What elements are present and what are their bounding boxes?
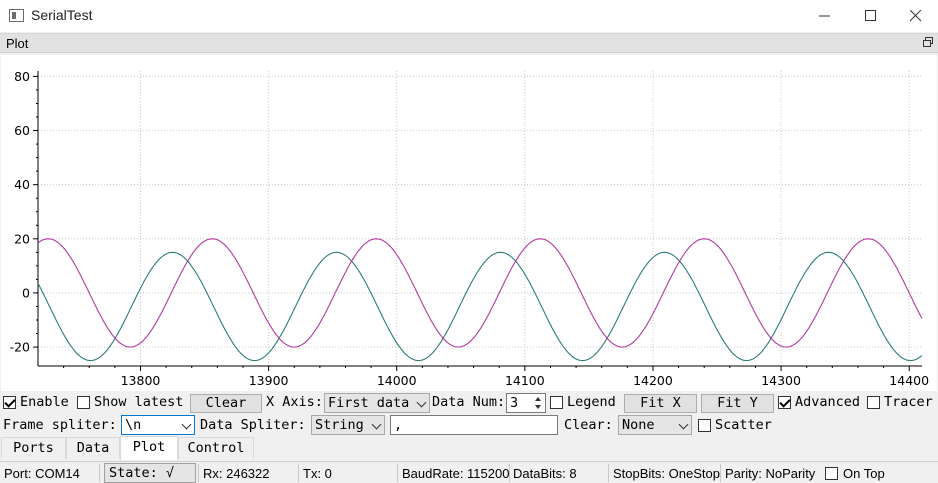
chevron-down-icon — [416, 397, 427, 408]
tab-ports[interactable]: Ports — [1, 437, 66, 459]
data-splitter-input[interactable]: , — [390, 415, 558, 435]
close-icon — [910, 10, 922, 22]
status-parity: Parity: NoParity — [725, 466, 816, 481]
data-num-label: Data Num: — [432, 394, 506, 410]
x-tick-label: 14000 — [377, 373, 417, 388]
clear-mode-value: None — [622, 417, 655, 433]
x-tick-label: 14100 — [505, 373, 545, 388]
dock-float-icon[interactable] — [923, 37, 933, 47]
status-separator — [608, 464, 609, 482]
title-bar: SerialTest — [0, 0, 938, 32]
fit-x-button[interactable]: Fit X — [624, 394, 697, 413]
plot-area[interactable]: 13800 13900 14000 14100 14200 14300 14400 -20 0 2… — [1, 55, 937, 391]
y-tick-label: 20 — [14, 231, 30, 246]
status-separator — [397, 464, 398, 482]
legend-checkbox[interactable] — [550, 396, 563, 409]
status-separator — [509, 464, 510, 482]
x-axis-label: X Axis: — [266, 394, 323, 410]
data-splitter-type-combo[interactable]: String — [311, 415, 385, 435]
scatter-label: Scatter — [715, 417, 772, 433]
data-splitter-value: , — [394, 417, 403, 433]
show-latest-checkbox[interactable] — [77, 396, 90, 409]
chevron-down-icon — [678, 419, 689, 430]
spin-arrows-icon[interactable] — [533, 395, 543, 411]
app-icon — [9, 9, 24, 22]
clear-plot-button[interactable]: Clear — [190, 394, 262, 413]
window-title: SerialTest — [31, 7, 93, 23]
x-tick-label: 14400 — [889, 373, 929, 388]
status-stopbits: StopBits: OneStop — [613, 466, 720, 481]
maximize-button[interactable] — [847, 0, 893, 32]
status-databits: DataBits: 8 — [513, 466, 577, 481]
state-button[interactable]: State: √ — [104, 463, 196, 483]
show-latest-label: Show latest — [94, 394, 184, 410]
x-tick-label: 14200 — [633, 373, 673, 388]
data-num-value: 3 — [510, 395, 519, 411]
x-tick-label: 13800 — [121, 373, 161, 388]
status-rx: Rx: 246322 — [203, 466, 270, 481]
advanced-label: Advanced — [795, 394, 861, 410]
minimize-button[interactable] — [801, 0, 847, 32]
x-tick-label: 14300 — [761, 373, 801, 388]
tracer-label: Tracer — [884, 394, 933, 410]
tab-plot[interactable]: Plot — [120, 436, 178, 460]
tab-control[interactable]: Control — [178, 437, 254, 459]
series-line-1 — [37, 251, 923, 362]
status-separator — [298, 464, 299, 482]
tab-data[interactable]: Data — [66, 437, 120, 459]
status-bar: Port: COM14 State: √ Rx: 246322 Tx: 0 Ba… — [0, 461, 938, 483]
legend-label: Legend — [567, 394, 616, 410]
on-top-checkbox[interactable] — [825, 467, 838, 480]
clear-mode-combo[interactable]: None — [618, 415, 692, 435]
y-tick-label: -20 — [10, 340, 30, 355]
y-tick-label: 80 — [14, 69, 30, 84]
data-num-spinbox[interactable]: 3 — [506, 393, 546, 413]
data-splitter-type-value: String — [315, 417, 364, 433]
status-separator — [99, 464, 100, 482]
data-splitter-label: Data Spliter: — [200, 417, 306, 433]
enable-label: Enable — [20, 394, 69, 410]
x-tick-label: 13900 — [249, 373, 289, 388]
maximize-icon — [865, 10, 876, 21]
on-top-label: On Top — [843, 466, 885, 481]
frame-splitter-combo[interactable]: \n — [121, 415, 195, 435]
frame-splitter-value: \n — [125, 417, 142, 433]
status-separator — [198, 464, 199, 482]
chevron-down-icon — [371, 419, 382, 430]
plot-dock-titlebar: Plot — [0, 33, 938, 53]
scatter-checkbox[interactable] — [698, 419, 711, 432]
y-tick-label: 40 — [14, 177, 30, 192]
fit-y-button[interactable]: Fit Y — [701, 394, 774, 413]
y-tick-label: 60 — [14, 123, 30, 138]
enable-checkbox[interactable] — [3, 396, 16, 409]
chevron-down-icon — [181, 419, 192, 430]
close-button[interactable] — [892, 0, 938, 32]
status-baudrate: BaudRate: 115200 — [402, 466, 510, 481]
plot-chart[interactable]: 13800 13900 14000 14100 14200 14300 14400 -20 0 2… — [1, 55, 937, 391]
minimize-icon — [819, 15, 830, 17]
status-port: Port: COM14 — [4, 466, 80, 481]
clear-mode-label: Clear: — [564, 417, 613, 433]
x-axis-value: First data — [328, 395, 410, 411]
status-separator — [720, 464, 721, 482]
frame-splitter-label: Frame spliter: — [3, 417, 117, 433]
y-tick-label: 0 — [22, 285, 30, 300]
x-axis-combo[interactable]: First data — [324, 393, 430, 413]
tracer-checkbox[interactable] — [867, 396, 880, 409]
status-tx: Tx: 0 — [303, 466, 332, 481]
advanced-checkbox[interactable] — [778, 396, 791, 409]
dock-title: Plot — [6, 36, 29, 51]
